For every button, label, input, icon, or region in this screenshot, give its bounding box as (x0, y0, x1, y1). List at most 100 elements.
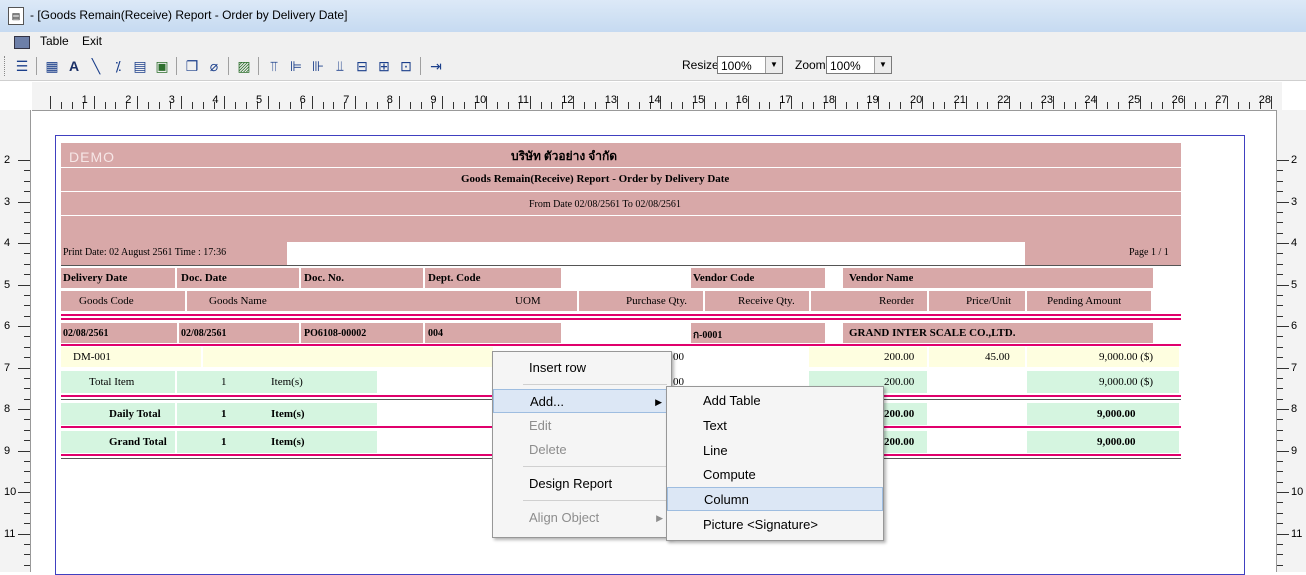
vertical-ruler-left[interactable]: 2 3 4 5 6 7 8 9 10 11 (0, 110, 31, 572)
same-size-icon[interactable]: ⊡ (396, 56, 416, 76)
ruler-tick (1020, 102, 1022, 109)
horizontal-ruler[interactable]: 1 2 3 4 5 6 7 8 9 10 11 12 13 14 15 16 17 18 19 20 21 22 23 24 2… (32, 82, 1282, 111)
ruler-tick (889, 102, 891, 109)
ruler-tick (202, 102, 204, 109)
align-right-icon[interactable]: ⊪ (308, 56, 328, 76)
hdr-vendor-code: Vendor Code (693, 272, 755, 284)
ruler-tick (1277, 543, 1283, 545)
ruler-label: 28 (1258, 94, 1272, 106)
resize-select[interactable]: 100% ▼ (717, 56, 783, 74)
submenu-add-table[interactable]: Add Table (667, 389, 883, 413)
ruler-label: 12 (561, 94, 574, 106)
ruler-tick (1277, 263, 1283, 265)
total-item-label: Total Item (89, 376, 135, 388)
menu-edit[interactable]: Edit (493, 414, 671, 438)
picture-icon[interactable]: ▣ (152, 56, 172, 76)
ruler-tick (24, 523, 30, 525)
ruler-tick (1277, 388, 1283, 390)
ruler-label: 22 (997, 94, 1010, 106)
total-item-count: 1 (221, 376, 227, 388)
ruler-tick (1031, 102, 1032, 109)
align-left-icon[interactable]: ⊫ (286, 56, 306, 76)
ruler-tick (409, 102, 411, 109)
copy-icon[interactable]: ❐ (182, 56, 202, 76)
ruler-tick (1277, 492, 1289, 493)
exit-icon[interactable]: ⇥ (426, 56, 446, 76)
print-row-gap (287, 242, 1025, 265)
ruler-tick (1277, 201, 1289, 203)
zoom-label: Zoom: (795, 58, 830, 72)
ruler-tick (24, 398, 30, 400)
ruler-label: 7 (343, 94, 350, 106)
align-bottom-icon[interactable]: ⫫ (330, 56, 350, 76)
ruler-tick (1277, 398, 1283, 400)
menu-design-report[interactable]: Design Report (493, 472, 671, 496)
menu-separator (523, 466, 667, 467)
ruler-tick (802, 102, 804, 109)
same-height-icon[interactable]: ⊞ (374, 56, 394, 76)
ruler-tick (24, 180, 30, 182)
daily-total-count: 1 (221, 408, 227, 420)
ruler-label: 18 (822, 94, 836, 106)
menu-insert-row[interactable]: Insert row (493, 356, 671, 380)
hdr-purchase-qty: Purchase Qty. (626, 295, 687, 307)
ruler-tick (442, 96, 444, 109)
text-icon[interactable]: A (64, 56, 84, 76)
toolbar-separator (228, 57, 229, 75)
menu-align-object[interactable]: Align Object ▶ (493, 506, 671, 530)
ruler-tick (1277, 326, 1289, 327)
submenu-line[interactable]: Line (667, 439, 883, 463)
same-width-icon[interactable]: ⊟ (352, 56, 372, 76)
detail-qty: 00 (673, 351, 684, 363)
menu-align-object-label: Align Object (529, 510, 600, 525)
menu-add[interactable]: Add... ▶ (493, 389, 671, 413)
ruler-tick (769, 102, 771, 109)
ruler-tick (1277, 191, 1283, 193)
grp-cell[interactable] (425, 323, 561, 343)
ruler-tick (758, 102, 760, 109)
design-icon[interactable]: ▨ (234, 56, 254, 76)
detail-cell[interactable] (203, 347, 493, 367)
submenu-column[interactable]: Column (667, 487, 883, 511)
ruler-tick (333, 102, 335, 109)
ruler-tick (1277, 336, 1283, 338)
ruler-label: 9 (1291, 444, 1298, 457)
detail-cell[interactable] (929, 347, 1025, 367)
ruler-label: 9 (430, 94, 437, 106)
ruler-tick (1277, 315, 1283, 317)
ruler-tick (24, 554, 30, 556)
menu-exit[interactable]: Exit (82, 34, 102, 48)
line-icon[interactable]: ╲ (86, 56, 106, 76)
ruler-label: 7 (4, 361, 11, 374)
align-icon[interactable]: ☰ (12, 56, 32, 76)
compute-icon[interactable]: ⁒ (108, 56, 128, 76)
menu-bar: Table Exit (0, 32, 1306, 52)
align-top-icon[interactable]: ⫪ (264, 56, 284, 76)
ruler-tick (1277, 564, 1283, 566)
report-title[interactable]: Goods Remain(Receive) Report - Order by … (461, 173, 729, 185)
ruler-tick (24, 253, 30, 255)
column-icon[interactable]: ▤ (130, 56, 150, 76)
ruler-tick (115, 102, 117, 109)
vertical-ruler-right[interactable]: 2 3 4 5 6 7 8 9 10 11 (1276, 110, 1306, 572)
toolbar-separator (258, 57, 259, 75)
submenu-picture-signature[interactable]: Picture <Signature> (667, 513, 883, 537)
date-range[interactable]: From Date 02/08/2561 To 02/08/2561 (529, 199, 681, 210)
ruler-tick (18, 409, 30, 410)
ruler-tick (1277, 471, 1283, 473)
submenu-compute[interactable]: Compute (667, 463, 883, 487)
ruler-tick (1277, 243, 1289, 244)
menu-delete[interactable]: Delete (493, 438, 671, 462)
ruler-tick (24, 357, 30, 359)
menu-table[interactable]: Table (40, 34, 69, 48)
grand-total-reorder: 200.00 (884, 436, 915, 448)
zoom-select[interactable]: 100% ▼ (826, 56, 892, 74)
ruler-tick (987, 102, 989, 109)
table-icon[interactable]: ▦ (42, 56, 62, 76)
company-name[interactable]: บริษัท ตัวอย่าง จำกัด (511, 147, 617, 166)
submenu-text[interactable]: Text (667, 414, 883, 438)
toolbar-separator (420, 57, 421, 75)
grp-dept: 004 (428, 328, 443, 339)
ruler-label: 9 (4, 444, 11, 457)
eraser-icon[interactable]: ⌀ (204, 56, 224, 76)
